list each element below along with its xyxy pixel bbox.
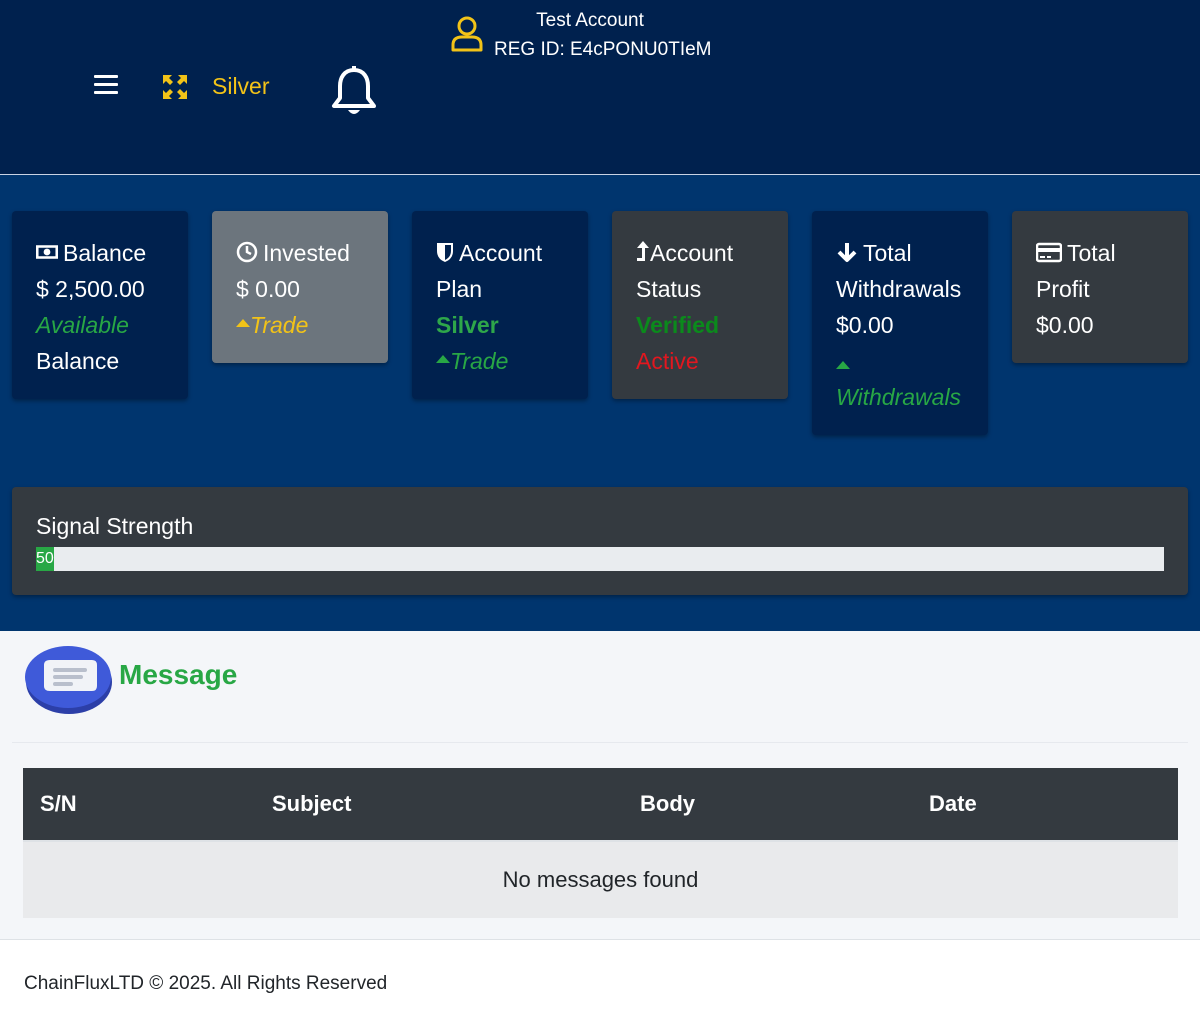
- hamburger-menu-icon[interactable]: [94, 75, 118, 97]
- registration-id: REG ID: E4cPONU0TIeM: [494, 39, 712, 60]
- top-navbar: Silver Test Account REG ID: E4cPONU0TIeM: [0, 0, 1200, 175]
- table-row: No messages found: [23, 840, 1178, 918]
- account-plan-title-1: Account: [459, 240, 543, 266]
- message-bubble-icon: [25, 646, 112, 714]
- messages-table: S/N Subject Body Date No messages found: [23, 768, 1178, 918]
- shield-icon: [437, 243, 453, 262]
- level-up-icon: [637, 241, 649, 261]
- invested-title: Invested: [263, 240, 350, 266]
- account-plan-title-2: Plan: [436, 276, 483, 302]
- footer: ChainFluxLTD © 2025. All Rights Reserved: [0, 939, 1200, 1026]
- withdrawals-title-1: Total: [863, 240, 912, 266]
- account-plan-sub-label: Trade: [450, 348, 509, 374]
- withdrawals-title-2: Withdrawals: [836, 276, 962, 302]
- table-header-row: S/N Subject Body Date: [23, 768, 1178, 841]
- profit-title-1: Total: [1067, 240, 1116, 266]
- account-name: Test Account: [536, 10, 644, 31]
- signal-strength-panel: Signal Strength 50: [12, 487, 1188, 595]
- column-header-date[interactable]: Date: [929, 768, 1178, 841]
- caret-up-icon: [236, 319, 250, 327]
- invested-card: Invested $ 0.00 Trade: [212, 211, 388, 363]
- active-status: Active: [636, 348, 699, 374]
- balance-value: $ 2,500.00: [36, 276, 145, 302]
- copyright-text: ChainFluxLTD © 2025. All Rights Reserved: [24, 973, 388, 994]
- column-header-subject[interactable]: Subject: [272, 768, 640, 841]
- balance-card: Balance $ 2,500.00 Available Balance: [12, 211, 188, 399]
- bell-icon[interactable]: [330, 66, 378, 120]
- column-header-sn[interactable]: S/N: [23, 768, 272, 841]
- account-status-card: Account Status Verified Active: [612, 211, 788, 399]
- arrow-down-icon: [837, 243, 857, 262]
- balance-title: Balance: [63, 240, 147, 266]
- caret-up-icon: [436, 355, 450, 363]
- stats-section: Balance $ 2,500.00 Available Balance Inv…: [0, 175, 1200, 631]
- balance-sub-label: Available: [36, 312, 129, 338]
- invested-value: $ 0.00: [236, 276, 300, 302]
- message-title: Message: [119, 659, 238, 690]
- account-status-title-2: Status: [636, 276, 702, 302]
- account-plan-card: Account Plan Silver Trade: [412, 211, 588, 399]
- profit-title-2: Profit: [1036, 276, 1090, 302]
- signal-strength-progress: 50: [36, 547, 1164, 571]
- balance-sub-label-2: Balance: [36, 348, 120, 374]
- account-status-title-1: Account: [650, 240, 734, 266]
- column-header-body[interactable]: Body: [640, 768, 929, 841]
- account-plan-value: Silver: [436, 312, 499, 338]
- caret-up-icon: [836, 361, 850, 369]
- verified-status: Verified: [636, 312, 720, 338]
- message-header: Message: [12, 643, 1188, 743]
- withdrawals-sub-label: Withdrawals: [836, 384, 962, 410]
- profit-value: $0.00: [1036, 312, 1094, 338]
- total-withdrawals-card: Total Withdrawals $0.00 Withdrawals: [812, 211, 988, 435]
- withdrawals-value: $0.00: [836, 312, 894, 338]
- account-plan-label: Silver: [212, 73, 270, 99]
- expand-icon[interactable]: [163, 75, 187, 99]
- invested-sub-label: Trade: [250, 312, 309, 338]
- signal-strength-title: Signal Strength: [36, 513, 194, 539]
- signal-strength-fill: 50: [36, 547, 55, 571]
- user-icon[interactable]: [450, 15, 484, 53]
- total-profit-card: Total Profit $0.00: [1012, 211, 1188, 363]
- empty-messages-text: No messages found: [23, 840, 1178, 918]
- clock-icon: [236, 241, 258, 263]
- money-bill-icon: [36, 245, 58, 259]
- credit-card-icon: [1036, 242, 1062, 263]
